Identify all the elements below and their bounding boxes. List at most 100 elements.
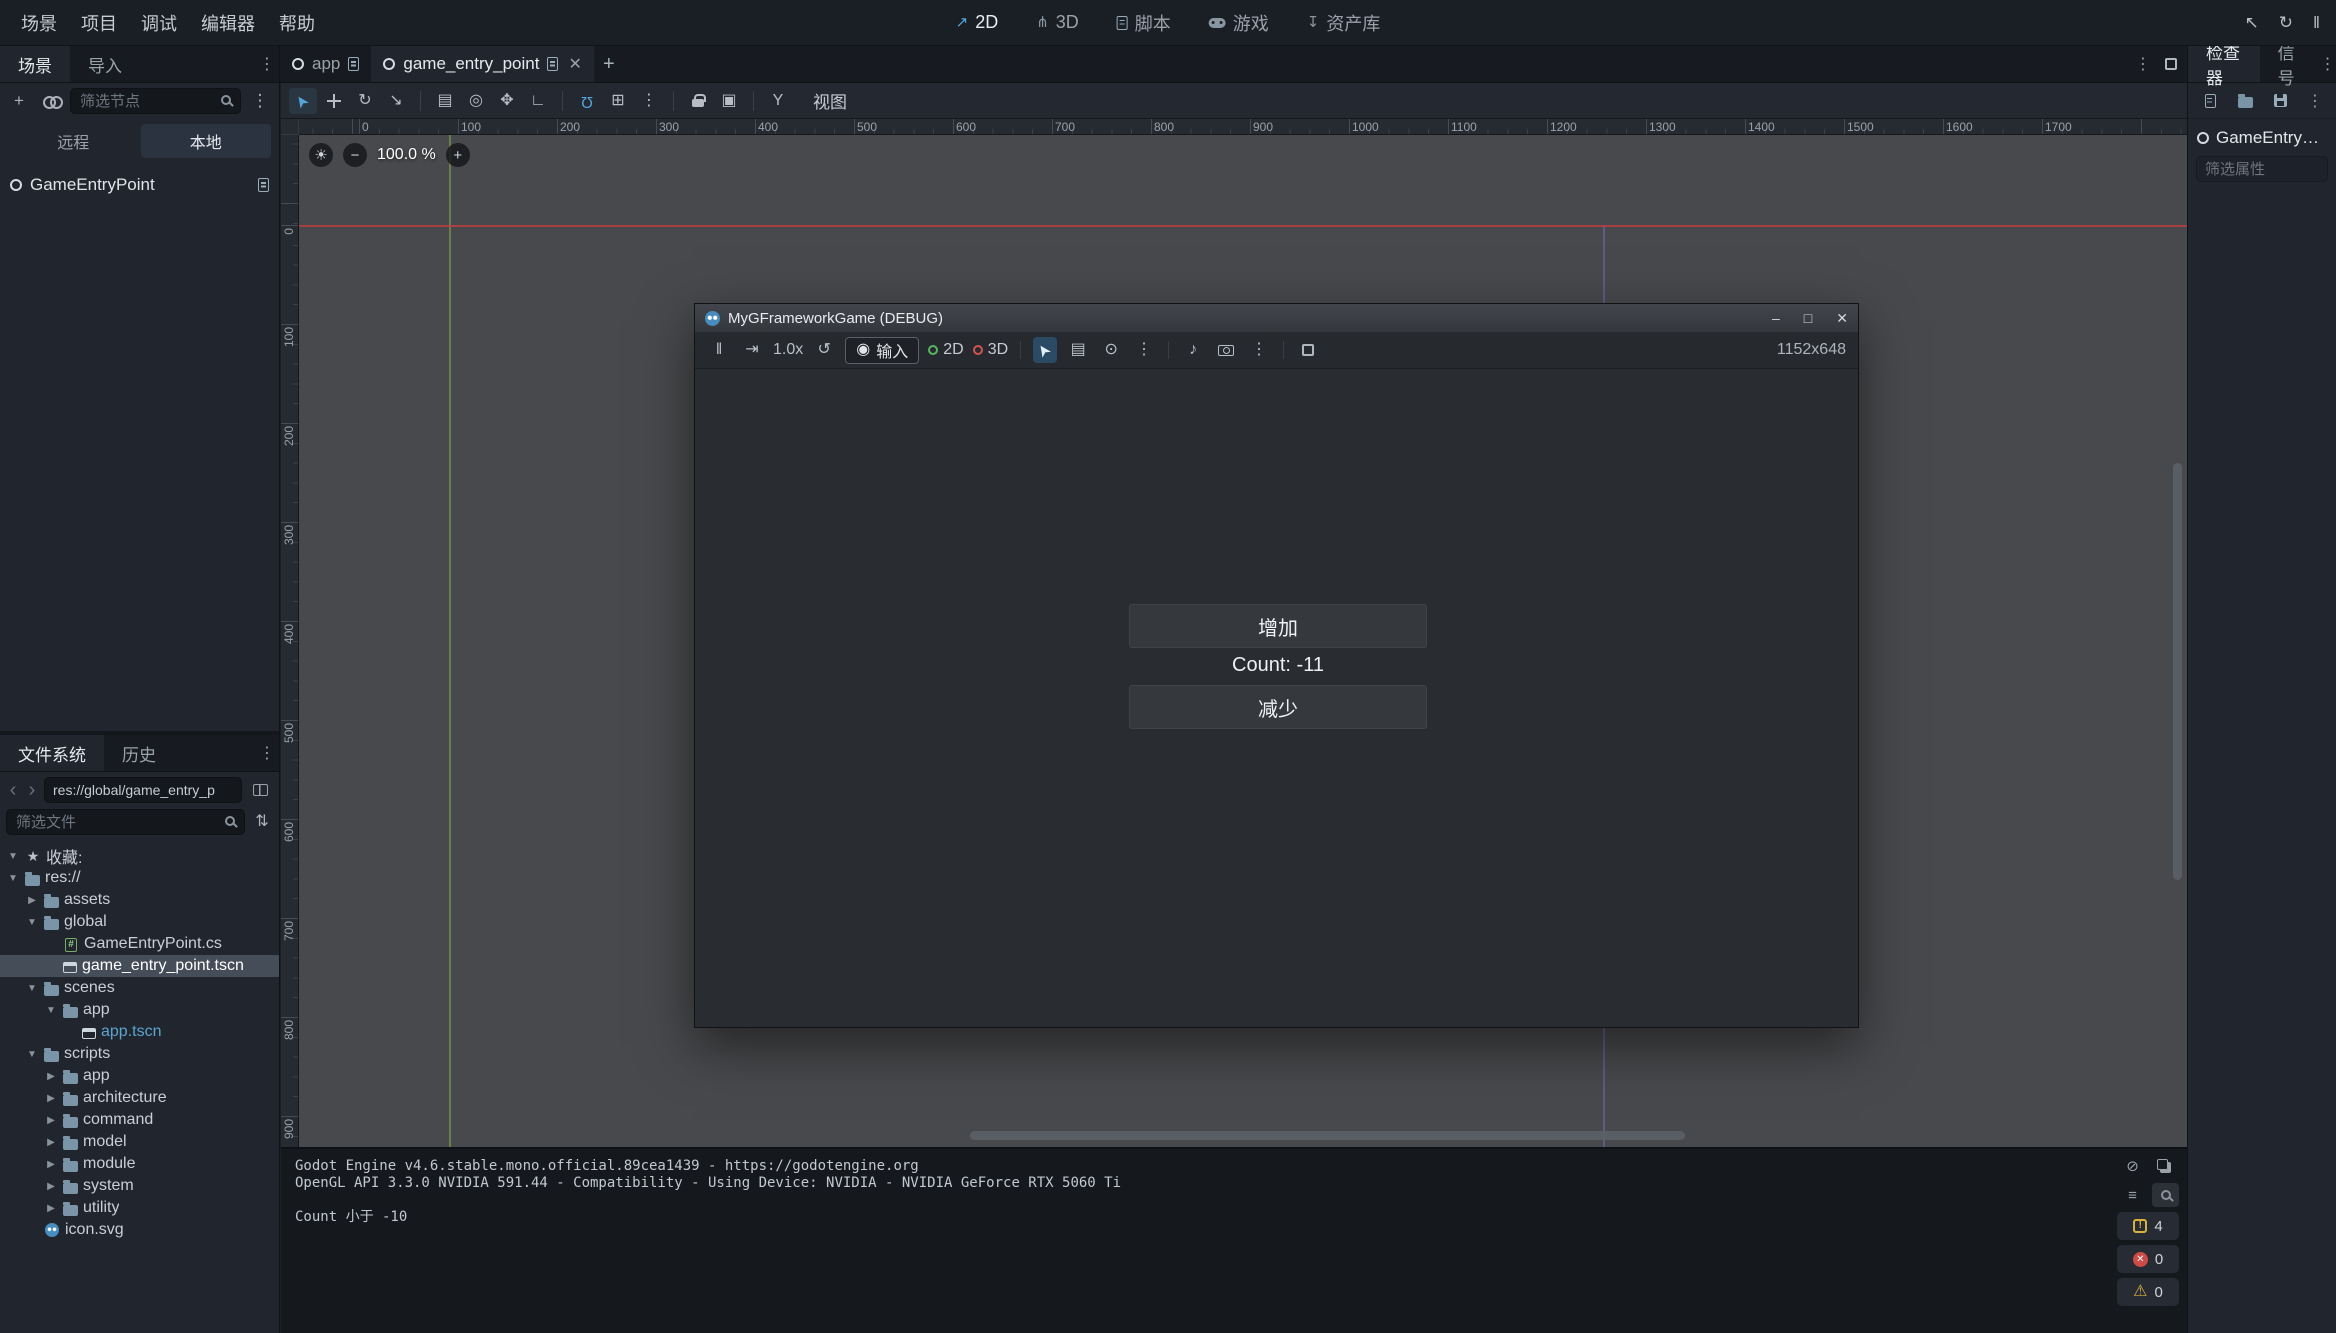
fs-tree-item[interactable]: ▶module [0, 1153, 279, 1175]
expand-icon[interactable] [2165, 58, 2177, 70]
scene-tree-menu-icon[interactable]: ⋮ [247, 88, 273, 114]
next-frame-icon[interactable]: ⇥ [740, 337, 764, 363]
debugger-badge[interactable]: ! 4 [2117, 1212, 2179, 1240]
audio-icon[interactable]: ♪ [1181, 337, 1205, 363]
grid-snap-toggle[interactable]: ⊞ [604, 88, 632, 114]
tree-arrow-icon[interactable]: ▼ [25, 917, 39, 928]
fs-tree-item[interactable]: ▶command [0, 1109, 279, 1131]
scene-tab-menu-icon[interactable]: ⋮ [2131, 54, 2155, 74]
lock-button[interactable] [684, 88, 712, 114]
input-toggle-button[interactable]: ◉ 输入 [845, 337, 919, 364]
rotate-tool[interactable]: ↻ [351, 88, 379, 114]
close-icon[interactable]: ✕ [568, 54, 581, 74]
tab-signals[interactable]: 信号 [2260, 46, 2320, 82]
camera-override-icon[interactable]: ☀ [309, 143, 333, 167]
horizontal-scrollbar[interactable] [970, 1131, 1685, 1140]
tree-arrow-icon[interactable]: ▶ [44, 1203, 58, 1214]
fs-tree-item[interactable]: ▼收藏: [0, 845, 279, 867]
move-tool[interactable] [320, 88, 348, 114]
tree-arrow-icon[interactable]: ▼ [6, 851, 20, 862]
property-filter-input[interactable] [2196, 156, 2328, 182]
vertical-scrollbar[interactable] [2173, 463, 2182, 880]
node-filter-input[interactable] [70, 88, 241, 114]
pan-tool[interactable]: ✥ [493, 88, 521, 114]
load-resource-button[interactable] [2232, 88, 2258, 114]
fullscreen-icon[interactable] [1296, 337, 1320, 363]
scene-dock-menu-icon[interactable]: ⋮ [255, 46, 279, 82]
error-badge[interactable]: ✕ 0 [2117, 1245, 2179, 1273]
workspace-assetlib[interactable]: ↧ 资产库 [1299, 6, 1389, 40]
game-select-mode[interactable]: ➤ [1033, 337, 1057, 363]
pivot-tool[interactable]: ◎ [462, 88, 490, 114]
reset-speed-icon[interactable]: ↺ [812, 337, 836, 363]
tab-scene-dock[interactable]: 场景 [0, 46, 70, 82]
tree-arrow-icon[interactable]: ▼ [25, 983, 39, 994]
zoom-level[interactable]: 100.0 % [377, 146, 436, 164]
workspace-3d[interactable]: ⋔ 3D [1028, 8, 1087, 37]
game-speed[interactable]: 1.0x [773, 341, 803, 359]
fs-tree-item[interactable]: ▼app [0, 999, 279, 1021]
pause-game-icon[interactable]: ‖ [707, 337, 731, 363]
workspace-game[interactable]: 游戏 [1201, 6, 1277, 40]
instance-scene-button[interactable] [38, 88, 64, 114]
restart-icon[interactable]: ↻ [2279, 14, 2293, 31]
ruler-tool[interactable]: ∟ [524, 88, 552, 114]
fs-tree-item[interactable]: GameEntryPoint.cs [0, 933, 279, 955]
zoom-out-button[interactable]: − [343, 143, 367, 167]
fs-tree-item[interactable]: ▶app [0, 1065, 279, 1087]
add-scene-button[interactable]: + [594, 46, 624, 82]
fs-tree-item[interactable]: ▼scenes [0, 977, 279, 999]
add-node-button[interactable]: + [6, 88, 32, 114]
snap-options-menu[interactable]: ⋮ [635, 88, 663, 114]
tree-arrow-icon[interactable]: ▶ [44, 1159, 58, 1170]
skeleton-options[interactable]: Y [764, 88, 792, 114]
sort-icon[interactable]: ⇅ [251, 814, 273, 830]
warning-badge[interactable]: ⚠ 0 [2117, 1278, 2179, 1306]
tree-arrow-icon[interactable]: ▶ [25, 895, 39, 906]
list-select-tool[interactable]: ▤ [431, 88, 459, 114]
embed-options-icon[interactable]: ⋮ [1247, 337, 1271, 363]
game-options-icon[interactable]: ⋮ [1132, 337, 1156, 363]
zoom-in-button[interactable]: + [446, 143, 470, 167]
game-node-list-icon[interactable]: ▤ [1066, 337, 1090, 363]
save-resource-button[interactable] [2267, 88, 2293, 114]
tree-arrow-icon[interactable]: ▼ [6, 873, 20, 884]
fs-tree-item[interactable]: ▶model [0, 1131, 279, 1153]
fs-tree-item[interactable]: ▶assets [0, 889, 279, 911]
back-icon[interactable]: ‹ [6, 779, 20, 802]
remote-tab[interactable]: 远程 [8, 124, 139, 158]
filesystem-menu-icon[interactable]: ⋮ [255, 735, 279, 771]
fs-tree-item[interactable]: game_entry_point.tscn [0, 955, 279, 977]
menu-scene[interactable]: 场景 [10, 5, 68, 41]
game-2d-toggle[interactable]: 2D [928, 341, 963, 359]
local-tab[interactable]: 本地 [141, 124, 272, 158]
tree-arrow-icon[interactable]: ▼ [44, 1005, 58, 1016]
increase-button[interactable]: 增加 [1129, 604, 1427, 648]
workspace-2d[interactable]: ↗ 2D [948, 8, 1007, 37]
close-icon[interactable]: ✕ [1836, 311, 1848, 325]
tree-arrow-icon[interactable]: ▶ [44, 1181, 58, 1192]
split-view-icon[interactable] [247, 777, 273, 803]
tree-arrow-icon[interactable]: ▼ [25, 1049, 39, 1060]
tab-filesystem[interactable]: 文件系统 [0, 735, 104, 771]
clear-output-icon[interactable]: ⊘ [2119, 1154, 2146, 1178]
new-resource-button[interactable] [2197, 88, 2223, 114]
menu-editor[interactable]: 编辑器 [190, 5, 266, 41]
forward-icon[interactable]: › [25, 779, 39, 802]
menu-help[interactable]: 帮助 [268, 5, 326, 41]
scene-tab-app[interactable]: app [280, 46, 371, 82]
resource-menu-icon[interactable]: ⋮ [2303, 91, 2327, 111]
game-window-titlebar[interactable]: MyGFrameworkGame (DEBUG) – □ ✕ [695, 304, 1858, 332]
smart-snap-toggle[interactable]: Ω [573, 88, 601, 114]
maximize-icon[interactable]: □ [1804, 311, 1812, 325]
fs-tree-item[interactable]: ▼global [0, 911, 279, 933]
pointer-icon[interactable]: ↖ [2244, 14, 2258, 31]
decrease-button[interactable]: 减少 [1129, 685, 1427, 729]
current-path-field[interactable] [44, 777, 242, 803]
tab-import-dock[interactable]: 导入 [70, 46, 140, 82]
copy-output-icon[interactable] [2152, 1154, 2179, 1178]
visibility-icon[interactable]: ⊙ [1099, 337, 1123, 363]
tree-arrow-icon[interactable]: ▶ [44, 1093, 58, 1104]
fs-tree-item[interactable]: icon.svg [0, 1219, 279, 1241]
file-filter-input[interactable] [6, 809, 245, 835]
